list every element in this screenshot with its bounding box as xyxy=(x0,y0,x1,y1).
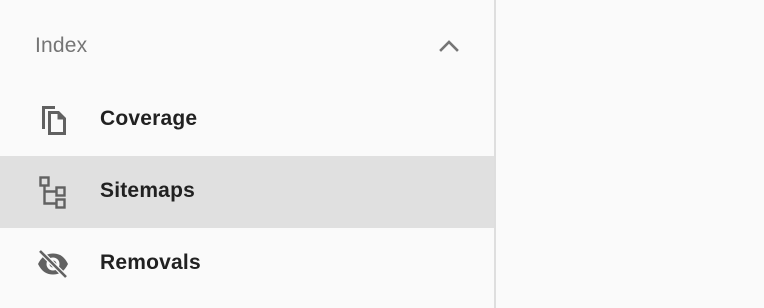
sidebar-item-removals[interactable]: Removals xyxy=(0,228,494,300)
main-content xyxy=(496,0,764,308)
sidebar-item-label: Removals xyxy=(100,251,201,274)
file-copy-icon xyxy=(42,106,66,135)
eye-off-icon xyxy=(38,249,68,279)
section-title: Index xyxy=(35,34,88,57)
sidebar: Index Coverage Sitemaps Removals xyxy=(0,0,494,308)
chevron-up-icon[interactable] xyxy=(436,36,462,56)
sitemap-tree-icon xyxy=(39,176,66,209)
sidebar-item-label: Sitemaps xyxy=(100,179,195,202)
section-header-index[interactable]: Index xyxy=(0,12,494,84)
sidebar-item-coverage[interactable]: Coverage xyxy=(0,84,494,156)
sidebar-item-sitemaps[interactable]: Sitemaps xyxy=(0,156,494,228)
page: Index Coverage Sitemaps Removals xyxy=(0,0,764,308)
sidebar-item-label: Coverage xyxy=(100,107,198,130)
